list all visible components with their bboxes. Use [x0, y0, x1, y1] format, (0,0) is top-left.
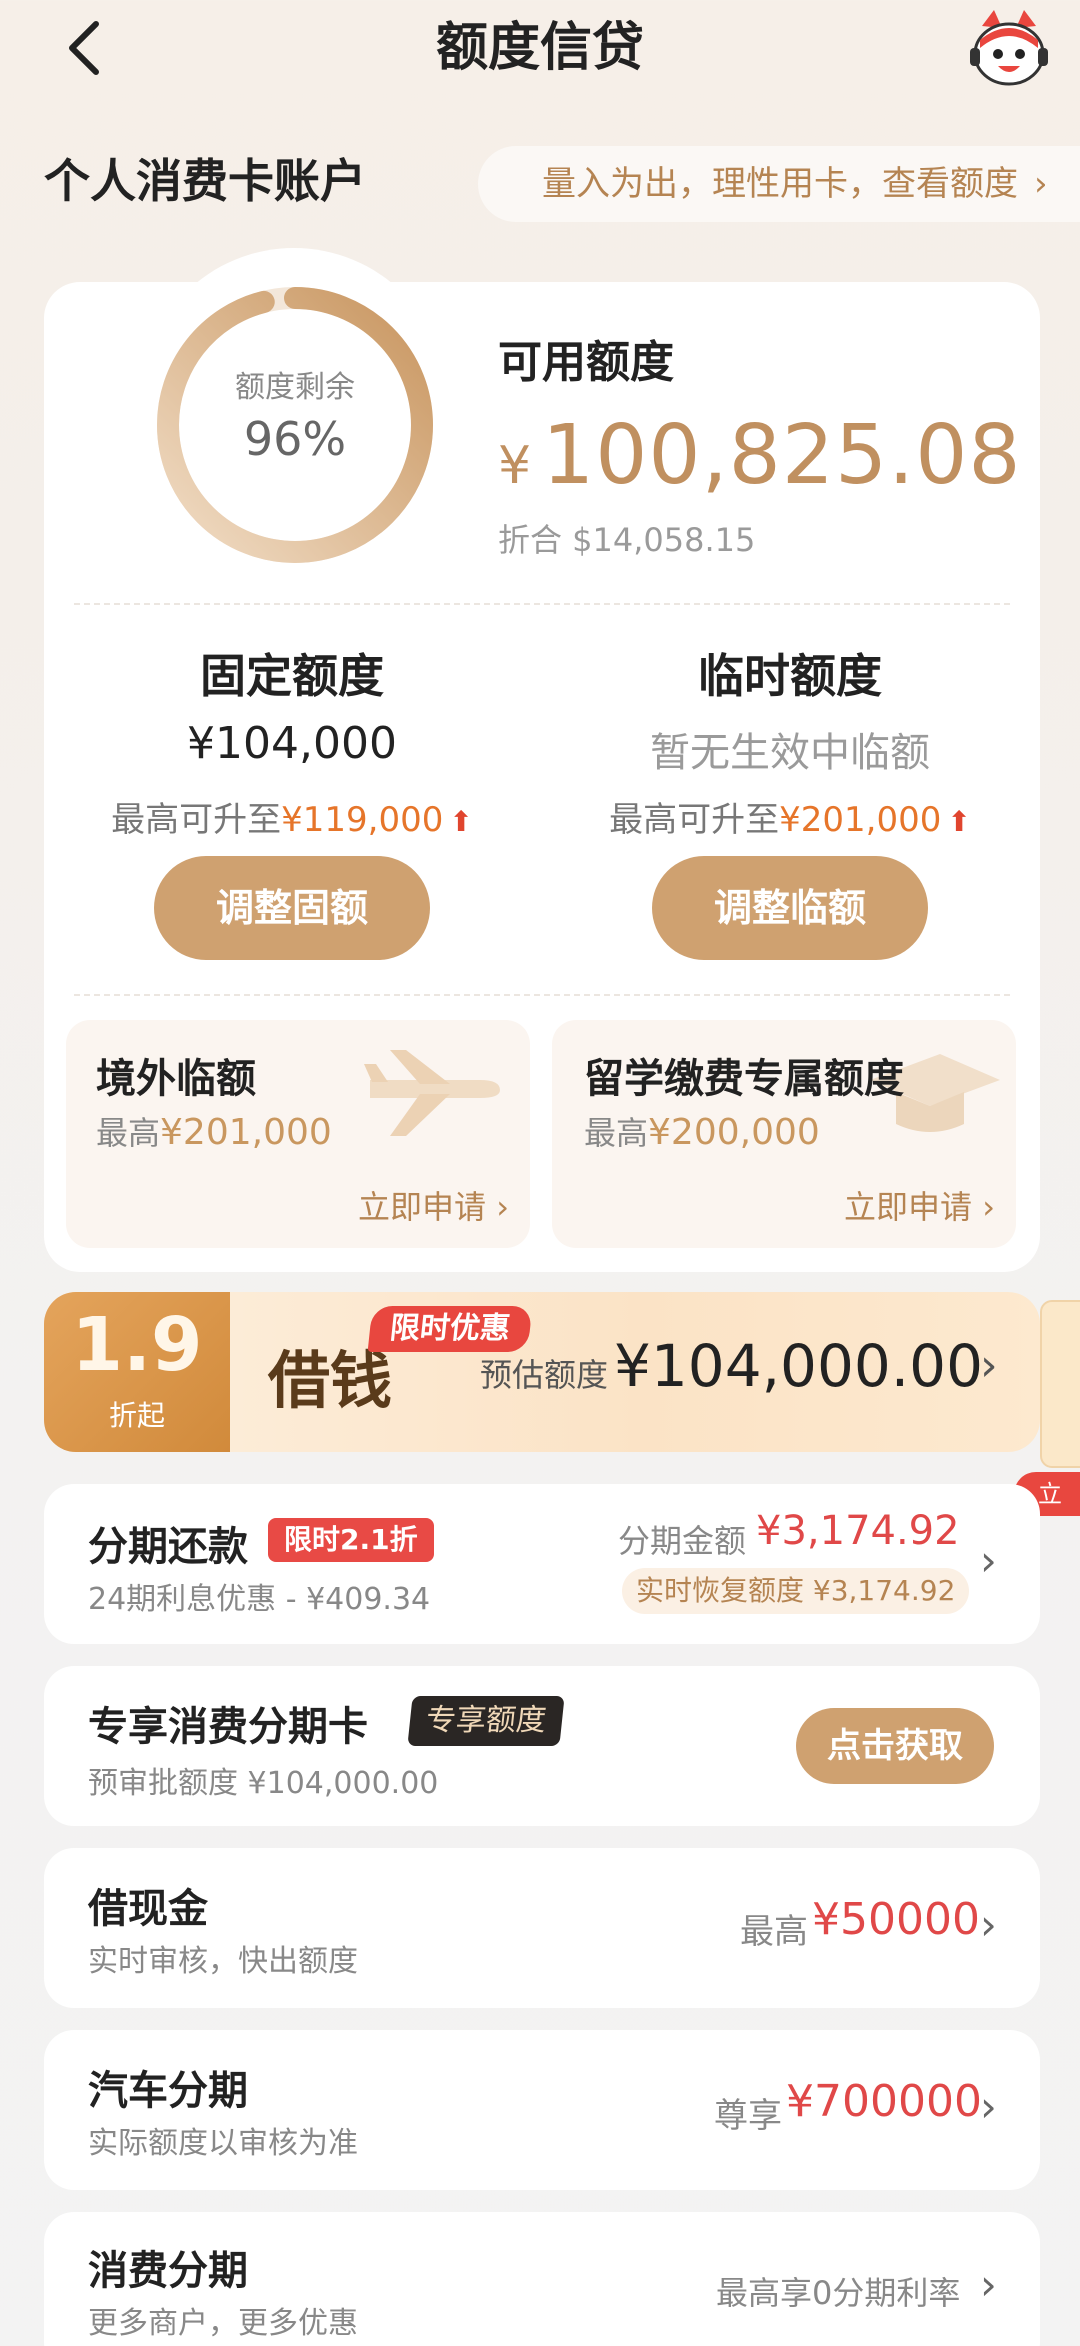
estimated-limit-label: 预估额度: [480, 1356, 609, 1394]
car-installment-right-label: 尊享: [714, 2096, 782, 2136]
consumer-installment-sub: 更多商户，更多优惠: [88, 2306, 358, 2341]
arrow-up-icon: ⬆: [449, 805, 473, 838]
estimated-limit-value: ¥104,000.00: [614, 1332, 983, 1400]
exclusive-limit-tag: 专享额度: [407, 1696, 565, 1746]
tile-amount: ¥201,000: [160, 1112, 332, 1153]
available-amount: ¥100,825.08: [498, 408, 1022, 503]
arrow-up-icon: ⬆: [947, 805, 971, 838]
chevron-right-icon: ›: [496, 1188, 509, 1226]
temp-up-prefix: 最高可升至: [609, 800, 780, 840]
view-limit-link[interactable]: 量入为出，理性用卡，查看额度 ›: [478, 146, 1080, 222]
temp-limit-value: 暂无生效中临额: [650, 730, 930, 776]
exclusive-card-sub: 预审批额度 ¥104,000.00: [88, 1766, 439, 1801]
chevron-right-icon: ›: [980, 1900, 997, 1949]
tile-amount: ¥200,000: [648, 1112, 820, 1153]
ring-label: 额度剩余: [235, 370, 355, 405]
consumer-installment-right-label: 最高享0分期利率: [716, 2274, 961, 2312]
fixed-limit-title: 固定额度: [200, 649, 384, 703]
installment-discount-tag: 限时2.1折: [268, 1518, 434, 1562]
available-label: 可用额度: [498, 337, 674, 388]
airplane-icon: [364, 1050, 500, 1136]
discount-rate: 1.9: [71, 1302, 203, 1388]
currency-symbol: ¥: [498, 436, 533, 496]
mascot-avatar-icon[interactable]: [964, 4, 1054, 94]
limited-offer-badge: 限时优惠: [367, 1306, 533, 1352]
cash-loan-right-value: ¥50000: [812, 1894, 980, 1945]
study-abroad-amount: 最高¥200,000: [584, 1108, 820, 1154]
installment-amount-label: 分期金额: [618, 1522, 747, 1560]
equivalent-usd: 折合 $14,058.15: [498, 521, 756, 559]
installment-amount-value: ¥3,174.92: [756, 1508, 960, 1554]
adjust-fixed-button[interactable]: 调整固额: [154, 856, 430, 960]
cash-loan-title: 借现金: [88, 1886, 208, 1932]
study-abroad-apply-link[interactable]: 立即申请 ›: [844, 1182, 995, 1228]
chevron-right-icon: ›: [980, 1340, 998, 1391]
installment-title: 分期还款: [88, 1524, 248, 1570]
realtime-recover-pill: 实时恢复额度 ¥3,174.92: [622, 1568, 970, 1614]
temp-limit-max: 最高可升至¥201,000 ⬆: [540, 792, 1040, 841]
chevron-right-icon: ›: [1034, 164, 1048, 204]
page-title: 额度信贷: [435, 18, 644, 78]
overseas-apply-link[interactable]: 立即申请 ›: [358, 1182, 509, 1228]
apply-link-label: 立即申请: [844, 1188, 973, 1226]
get-exclusive-button[interactable]: 点击获取: [796, 1708, 994, 1784]
discount-rate-sub: 折起: [108, 1399, 165, 1432]
temp-limit-title: 临时额度: [698, 649, 882, 703]
chevron-right-icon: ›: [980, 1536, 997, 1585]
ring-value: 96%: [243, 412, 347, 466]
chevron-right-icon: ›: [982, 1188, 995, 1226]
fixed-limit-max: 最高可升至¥119,000 ⬆: [42, 792, 542, 841]
fixed-up-prefix: 最高可升至: [111, 800, 282, 840]
apply-link-label: 立即申请: [358, 1188, 487, 1226]
chevron-right-icon: ›: [980, 2260, 997, 2309]
car-installment-title: 汽车分期: [88, 2068, 248, 2114]
side-promo-card[interactable]: [1040, 1300, 1080, 1468]
cash-loan-right-label: 最高: [740, 1912, 808, 1952]
tile-sub-prefix: 最高: [96, 1114, 161, 1152]
temp-up-value: ¥201,000: [779, 800, 942, 840]
car-installment-sub: 实际额度以审核为准: [88, 2126, 358, 2161]
tile-sub-prefix: 最高: [584, 1114, 649, 1152]
car-installment-right-value: ¥700000: [786, 2076, 982, 2127]
overseas-limit-amount: 最高¥201,000: [96, 1108, 332, 1154]
fixed-limit-value: ¥104,000: [187, 718, 397, 769]
slogan-text: 量入为出，理性用卡，查看额度: [542, 164, 1018, 204]
divider: [74, 994, 1010, 996]
fixed-up-value: ¥119,000: [281, 800, 444, 840]
consumer-installment-title: 消费分期: [88, 2248, 248, 2294]
exclusive-card-title: 专享消费分期卡: [88, 1704, 368, 1750]
study-abroad-title: 留学缴费专属额度: [584, 1056, 904, 1102]
chevron-right-icon: ›: [980, 2082, 997, 2131]
installment-sub: 24期利息优惠 - ¥409.34: [88, 1582, 431, 1617]
account-section-title: 个人消费卡账户: [44, 154, 366, 208]
cash-loan-sub: 实时审核，快出额度: [88, 1944, 358, 1979]
divider: [74, 603, 1010, 605]
adjust-temp-button[interactable]: 调整临额: [652, 856, 928, 960]
overseas-limit-title: 境外临额: [96, 1056, 256, 1102]
available-amount-value: 100,825.08: [542, 408, 1022, 503]
